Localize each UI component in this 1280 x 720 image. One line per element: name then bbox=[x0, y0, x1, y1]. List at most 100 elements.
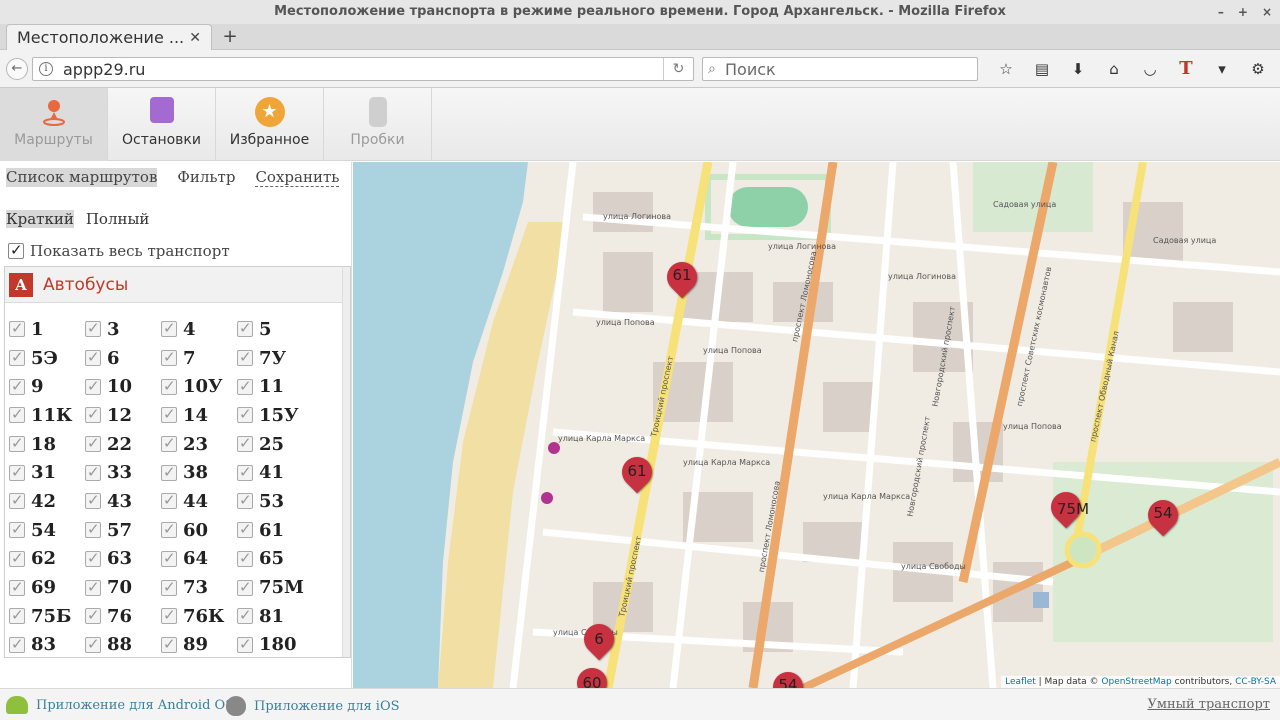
minimize-icon[interactable]: – bbox=[1218, 0, 1224, 24]
route-checkbox[interactable] bbox=[9, 606, 25, 625]
route-checkbox[interactable] bbox=[9, 319, 25, 338]
route-checkbox-item[interactable]: 12 bbox=[85, 401, 161, 430]
route-checkbox[interactable] bbox=[237, 578, 253, 596]
extension-menu-icon[interactable]: ▾ bbox=[1204, 59, 1240, 79]
route-checkbox[interactable] bbox=[237, 377, 253, 395]
route-checkbox[interactable] bbox=[9, 434, 25, 453]
route-checkbox[interactable] bbox=[85, 549, 101, 567]
route-checkbox[interactable] bbox=[161, 491, 177, 510]
route-checkbox-item[interactable]: 69 bbox=[9, 573, 85, 602]
route-checkbox-item[interactable]: 43 bbox=[85, 487, 161, 516]
route-checkbox-item[interactable]: 70 bbox=[85, 573, 161, 602]
route-checkbox-item[interactable]: 33 bbox=[85, 458, 161, 487]
smart-transport-link[interactable]: Умный транспорт bbox=[1147, 697, 1270, 712]
maximize-icon[interactable]: + bbox=[1238, 0, 1248, 24]
route-checkbox[interactable] bbox=[237, 520, 253, 539]
pocket-icon[interactable]: ◡ bbox=[1132, 59, 1168, 79]
osm-link[interactable]: OpenStreetMap bbox=[1101, 677, 1171, 687]
tab-filter[interactable]: Фильтр bbox=[177, 168, 235, 187]
route-checkbox-item[interactable]: 88 bbox=[85, 631, 161, 660]
route-checkbox[interactable] bbox=[9, 348, 25, 367]
panel-scrollbar[interactable] bbox=[342, 267, 350, 657]
route-checkbox-item[interactable]: 11К bbox=[9, 401, 85, 430]
tab-stops[interactable]: Остановки bbox=[108, 88, 216, 161]
route-checkbox-item[interactable]: 73 bbox=[161, 573, 237, 602]
route-checkbox[interactable] bbox=[9, 491, 25, 510]
route-checkbox-item[interactable]: 15У bbox=[237, 401, 313, 430]
url-bar[interactable]: i appp29.ru ↻ bbox=[32, 57, 694, 81]
route-checkbox[interactable] bbox=[161, 606, 177, 625]
route-checkbox[interactable] bbox=[237, 549, 253, 567]
route-checkbox[interactable] bbox=[85, 348, 101, 367]
close-tab-icon[interactable]: ✕ bbox=[189, 30, 201, 46]
hamburger-menu-icon[interactable]: ☰ bbox=[1276, 59, 1280, 79]
route-checkbox[interactable] bbox=[9, 520, 25, 539]
show-all-checkbox[interactable] bbox=[8, 241, 24, 259]
save-link[interactable]: Сохранить bbox=[255, 168, 340, 187]
tab-route-list[interactable]: Список маршрутов bbox=[6, 168, 158, 187]
route-checkbox-item[interactable]: 75Б bbox=[9, 602, 85, 631]
route-checkbox[interactable] bbox=[161, 319, 177, 338]
route-checkbox-item[interactable]: 22 bbox=[85, 430, 161, 459]
extension-icon[interactable]: ⚙ bbox=[1240, 59, 1276, 79]
route-checkbox-item[interactable]: 6 bbox=[85, 344, 161, 373]
route-checkbox-item[interactable]: 7У bbox=[237, 344, 313, 373]
android-app-link[interactable]: Приложение для Android OS bbox=[6, 696, 234, 714]
route-checkbox-item[interactable]: 54 bbox=[9, 516, 85, 545]
route-checkbox[interactable] bbox=[85, 319, 101, 338]
route-checkbox-item[interactable]: 81 bbox=[237, 602, 313, 631]
route-checkbox[interactable] bbox=[237, 635, 253, 653]
route-checkbox-item[interactable]: 25 bbox=[237, 430, 313, 459]
route-checkbox[interactable] bbox=[161, 348, 177, 367]
route-checkbox[interactable] bbox=[161, 520, 177, 539]
route-checkbox-item[interactable]: 76К bbox=[161, 602, 237, 631]
route-checkbox[interactable] bbox=[237, 491, 253, 510]
route-checkbox-item[interactable]: 31 bbox=[9, 458, 85, 487]
tab-traffic[interactable]: Пробки bbox=[324, 88, 432, 161]
route-checkbox[interactable] bbox=[237, 434, 253, 453]
route-checkbox-item[interactable]: 18 bbox=[9, 430, 85, 459]
route-checkbox-item[interactable]: 11 bbox=[237, 372, 313, 401]
route-checkbox-item[interactable]: 89 bbox=[161, 631, 237, 660]
route-checkbox[interactable] bbox=[237, 606, 253, 625]
route-checkbox-item[interactable]: 53 bbox=[237, 487, 313, 516]
route-checkbox[interactable] bbox=[9, 377, 25, 395]
route-checkbox-item[interactable]: 10У bbox=[161, 372, 237, 401]
route-checkbox[interactable] bbox=[85, 405, 101, 424]
search-input[interactable] bbox=[725, 59, 975, 79]
route-checkbox-item[interactable]: 180 bbox=[237, 631, 313, 660]
route-checkbox[interactable] bbox=[237, 348, 253, 367]
leaflet-link[interactable]: Leaflet bbox=[1005, 677, 1036, 687]
route-checkbox[interactable] bbox=[237, 319, 253, 338]
route-checkbox[interactable] bbox=[9, 405, 25, 424]
route-checkbox-item[interactable]: 1 bbox=[9, 315, 85, 344]
view-full[interactable]: Полный bbox=[86, 210, 150, 228]
route-checkbox[interactable] bbox=[85, 463, 101, 481]
license-link[interactable]: CC-BY-SA bbox=[1235, 677, 1276, 687]
route-checkbox-item[interactable]: 10 bbox=[85, 372, 161, 401]
tab-favorites[interactable]: ★ Избранное bbox=[216, 88, 324, 161]
browser-tab[interactable]: Местоположение ... ✕ bbox=[6, 24, 212, 50]
route-checkbox-item[interactable]: 62 bbox=[9, 545, 85, 574]
route-checkbox-item[interactable]: 44 bbox=[161, 487, 237, 516]
route-checkbox-item[interactable]: 4 bbox=[161, 315, 237, 344]
route-checkbox[interactable] bbox=[161, 549, 177, 567]
back-icon[interactable]: ← bbox=[6, 58, 28, 80]
route-checkbox-item[interactable]: 23 bbox=[161, 430, 237, 459]
route-checkbox[interactable] bbox=[85, 491, 101, 510]
view-short[interactable]: Краткий bbox=[6, 210, 74, 228]
route-checkbox[interactable] bbox=[9, 635, 25, 653]
route-checkbox[interactable] bbox=[85, 635, 101, 653]
site-info-icon[interactable]: i bbox=[39, 62, 53, 76]
route-checkbox-item[interactable]: 9 bbox=[9, 372, 85, 401]
bookmarks-list-icon[interactable]: ▤ bbox=[1024, 59, 1060, 79]
route-checkbox-item[interactable]: 65 bbox=[237, 545, 313, 574]
route-checkbox-item[interactable]: 76 bbox=[85, 602, 161, 631]
route-checkbox-item[interactable]: 42 bbox=[9, 487, 85, 516]
route-checkbox[interactable] bbox=[85, 606, 101, 625]
route-checkbox-item[interactable]: 5 bbox=[237, 315, 313, 344]
route-checkbox[interactable] bbox=[85, 377, 101, 395]
route-checkbox-item[interactable]: 64 bbox=[161, 545, 237, 574]
close-window-icon[interactable]: × bbox=[1262, 0, 1272, 24]
route-checkbox-item[interactable]: 63 bbox=[85, 545, 161, 574]
